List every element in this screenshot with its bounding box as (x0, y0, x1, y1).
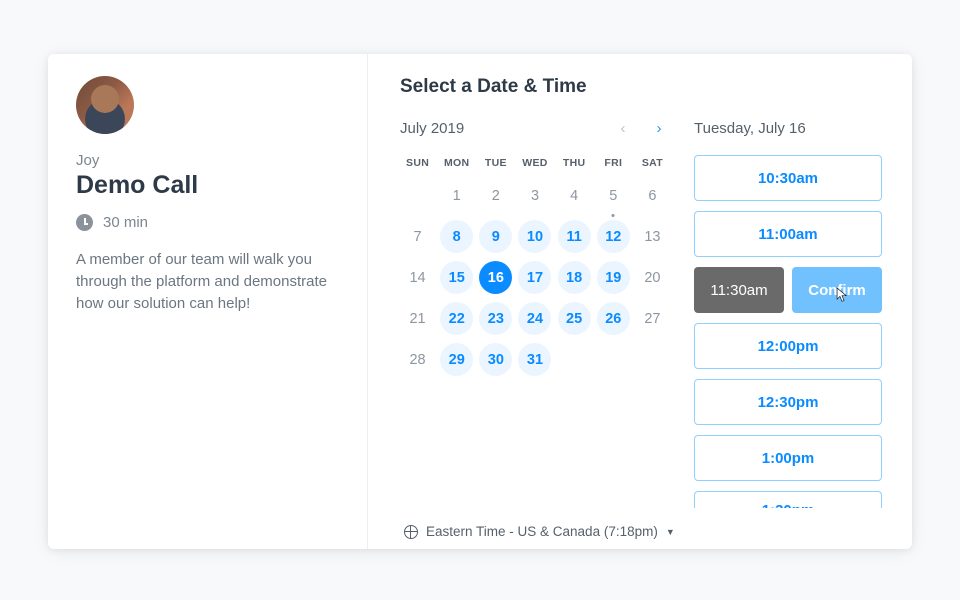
calendar-day-selected[interactable]: 16 (479, 261, 512, 294)
timeslot-option[interactable]: 1:00pm (694, 435, 882, 481)
weekday-label: THU (557, 153, 592, 179)
event-description: A member of our team will walk you throu… (76, 249, 339, 314)
selected-date-label: Tuesday, July 16 (694, 120, 884, 137)
calendar-day-available[interactable]: 29 (440, 343, 473, 376)
prev-month-button[interactable]: ‹ (612, 120, 634, 137)
calendar-day-available[interactable]: 22 (440, 302, 473, 335)
calendar-day: 7 (401, 220, 434, 253)
calendar-day: 5 (597, 179, 630, 212)
calendar-day-available[interactable]: 8 (440, 220, 473, 253)
host-name: Joy (76, 152, 339, 169)
calendar-day-available[interactable]: 18 (558, 261, 591, 294)
timeslot-list: 10:30am 11:00am 11:30amConfirm 12:00pm 12:30… (694, 155, 884, 508)
chevron-down-icon: ▼ (666, 527, 675, 537)
timezone-picker[interactable]: Eastern Time - US & Canada (7:18pm) ▼ (400, 524, 884, 539)
calendar-day: 1 (440, 179, 473, 212)
calendar-day: 27 (636, 302, 669, 335)
calendar-day-available[interactable]: 19 (597, 261, 630, 294)
timeslot-option[interactable]: 12:00pm (694, 323, 882, 369)
host-avatar (76, 76, 134, 134)
calendar-day: 21 (401, 302, 434, 335)
weekday-label: WED (517, 153, 552, 179)
calendar-day-available[interactable]: 25 (558, 302, 591, 335)
calendar-day: 20 (636, 261, 669, 294)
panel-heading: Select a Date & Time (400, 76, 884, 98)
calendar-day-available[interactable]: 11 (558, 220, 591, 253)
next-month-button[interactable]: › (648, 120, 670, 137)
calendar-day: 28 (401, 343, 434, 376)
scheduler-panel: Select a Date & Time July 2019 ‹ › SUNMO… (368, 54, 912, 549)
timeslot-selected[interactable]: 11:30am (694, 267, 784, 313)
calendar-day-available[interactable]: 30 (479, 343, 512, 376)
calendar-day-available[interactable]: 10 (518, 220, 551, 253)
globe-icon (404, 525, 418, 539)
timeslot-option[interactable]: 11:00am (694, 211, 882, 257)
calendar-day: 2 (479, 179, 512, 212)
duration-text: 30 min (103, 214, 148, 231)
event-title: Demo Call (76, 171, 339, 200)
weekday-label: TUE (478, 153, 513, 179)
calendar-day: 14 (401, 261, 434, 294)
calendar-day (558, 343, 591, 376)
calendar-day-available[interactable]: 12 (597, 220, 630, 253)
scheduler-card: Joy Demo Call 30 min A member of our tea… (48, 54, 912, 549)
timezone-label: Eastern Time - US & Canada (7:18pm) (426, 524, 658, 539)
cursor-icon (835, 286, 849, 304)
month-label: July 2019 (400, 120, 612, 137)
timeslot-option[interactable]: 10:30am (694, 155, 882, 201)
timeslot-panel: Tuesday, July 16 10:30am 11:00am 11:30amCo… (694, 120, 884, 508)
timeslot-option[interactable]: 1:30pm (694, 491, 882, 508)
calendar-day (401, 179, 434, 212)
calendar-day-available[interactable]: 9 (479, 220, 512, 253)
calendar-day-available[interactable]: 23 (479, 302, 512, 335)
duration-row: 30 min (76, 214, 339, 231)
weekday-label: FRI (596, 153, 631, 179)
event-info-panel: Joy Demo Call 30 min A member of our tea… (48, 54, 368, 549)
calendar-day-available[interactable]: 17 (518, 261, 551, 294)
confirm-button[interactable]: Confirm (792, 267, 882, 313)
calendar-day (597, 343, 630, 376)
calendar-day-available[interactable]: 31 (518, 343, 551, 376)
calendar-day: 4 (558, 179, 591, 212)
calendar: July 2019 ‹ › SUNMONTUEWEDTHUFRISAT 1234… (400, 120, 670, 508)
clock-icon (76, 214, 93, 231)
timeslot-option[interactable]: 12:30pm (694, 379, 882, 425)
calendar-day: 13 (636, 220, 669, 253)
calendar-day-available[interactable]: 26 (597, 302, 630, 335)
weekday-label: SAT (635, 153, 670, 179)
weekday-label: SUN (400, 153, 435, 179)
calendar-day-available[interactable]: 15 (440, 261, 473, 294)
calendar-day: 6 (636, 179, 669, 212)
calendar-day: 3 (518, 179, 551, 212)
weekday-label: MON (439, 153, 474, 179)
calendar-day (636, 343, 669, 376)
calendar-day-available[interactable]: 24 (518, 302, 551, 335)
